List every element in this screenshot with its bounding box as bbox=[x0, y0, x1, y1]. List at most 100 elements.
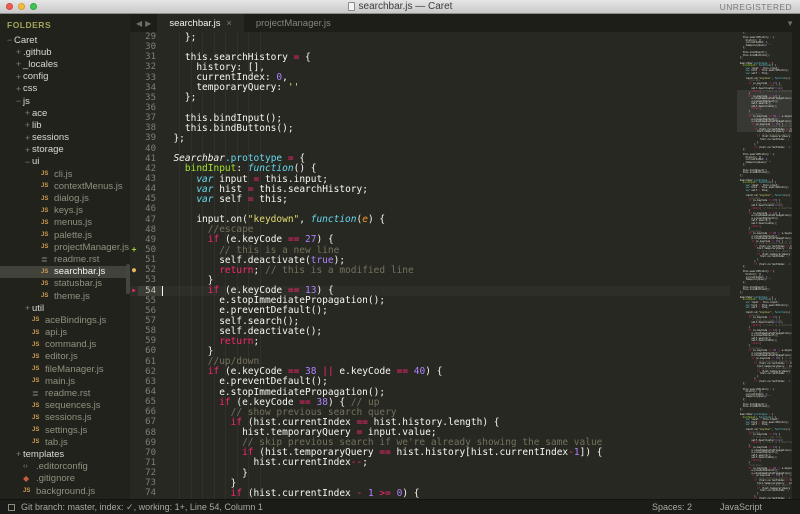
code-line[interactable]: 35 }; bbox=[130, 93, 730, 103]
line-number[interactable]: 39 bbox=[138, 133, 162, 143]
line-number[interactable]: 41 bbox=[138, 154, 162, 164]
sidebar-item-main-js[interactable]: JSmain.js bbox=[0, 375, 130, 387]
sidebar-item--editorconfig[interactable]: ‹›.editorconfig bbox=[0, 461, 130, 473]
line-number[interactable]: 29 bbox=[138, 32, 162, 42]
line-number[interactable]: 59 bbox=[138, 336, 162, 346]
sidebar-item-js[interactable]: −js bbox=[0, 95, 130, 107]
expand-icon[interactable]: + bbox=[23, 108, 32, 118]
line-number[interactable]: 60 bbox=[138, 346, 162, 356]
line-number[interactable]: 43 bbox=[138, 174, 162, 184]
sidebar-item-readme-rst[interactable]: ≣readme.rst bbox=[0, 253, 130, 265]
line-number[interactable]: 55 bbox=[138, 296, 162, 306]
line-number[interactable]: 62 bbox=[138, 367, 162, 377]
sidebar-item-ui[interactable]: −ui bbox=[0, 156, 130, 168]
line-number[interactable]: 64 bbox=[138, 387, 162, 397]
code-line[interactable]: 48 //escape bbox=[130, 225, 730, 235]
code-line[interactable]: 70 if (hist.temporaryQuery == hist.histo… bbox=[130, 448, 730, 458]
line-number[interactable]: 67 bbox=[138, 417, 162, 427]
code-line[interactable]: 66 // show previous search query bbox=[130, 407, 730, 417]
code-line[interactable]: 40 bbox=[130, 144, 730, 154]
code-line[interactable]: 36 bbox=[130, 103, 730, 113]
expand-icon[interactable]: + bbox=[14, 59, 23, 69]
sidebar-item-sessions-js[interactable]: JSsessions.js bbox=[0, 412, 130, 424]
code-line[interactable]: 56 e.preventDefault(); bbox=[130, 306, 730, 316]
code-line[interactable]: 34 temporaryQuery: '' bbox=[130, 83, 730, 93]
tab-close-icon[interactable]: × bbox=[227, 18, 232, 28]
code-line[interactable]: 41 Searchbar.prototype = { bbox=[130, 154, 730, 164]
code-line[interactable]: 60 } bbox=[130, 346, 730, 356]
line-number[interactable]: 51 bbox=[138, 255, 162, 265]
code-line[interactable]: ●52 return; // this is a modified line bbox=[130, 265, 730, 275]
sidebar-item-caret[interactable]: −Caret bbox=[0, 34, 130, 46]
code-line[interactable]: 30 bbox=[130, 42, 730, 52]
line-number[interactable]: 58 bbox=[138, 326, 162, 336]
line-number[interactable]: 56 bbox=[138, 306, 162, 316]
sidebar-item-css[interactable]: +css bbox=[0, 83, 130, 95]
code-editor[interactable]: 29 };3031 this.searchHistory = {32 histo… bbox=[130, 32, 800, 499]
sidebar-item--locales[interactable]: +_locales bbox=[0, 58, 130, 70]
tab-searchbar-js[interactable]: searchbar.js× bbox=[157, 14, 244, 32]
line-number[interactable]: 37 bbox=[138, 113, 162, 123]
sidebar-item-keys-js[interactable]: JSkeys.js bbox=[0, 205, 130, 217]
collapse-icon[interactable]: − bbox=[23, 157, 32, 167]
expand-icon[interactable]: + bbox=[23, 145, 32, 155]
code-line[interactable]: 31 this.searchHistory = { bbox=[130, 52, 730, 62]
line-number[interactable]: 33 bbox=[138, 73, 162, 83]
code-line[interactable]: 59 return; bbox=[130, 336, 730, 346]
sidebar-item-tab-js[interactable]: JStab.js bbox=[0, 436, 130, 448]
line-number[interactable]: 30 bbox=[138, 42, 162, 52]
tab-overflow-icon[interactable]: ▼ bbox=[786, 14, 794, 32]
expand-icon[interactable]: + bbox=[14, 72, 23, 82]
line-number[interactable]: 70 bbox=[138, 448, 162, 458]
line-number[interactable]: 63 bbox=[138, 377, 162, 387]
sidebar-item-lib[interactable]: +lib bbox=[0, 119, 130, 131]
line-number[interactable]: 50 bbox=[138, 245, 162, 255]
code-line[interactable]: +50 // this is a new line bbox=[130, 245, 730, 255]
code-lines[interactable]: 29 };3031 this.searchHistory = {32 histo… bbox=[130, 32, 730, 499]
line-number[interactable]: 65 bbox=[138, 397, 162, 407]
sidebar-item-config[interactable]: +config bbox=[0, 71, 130, 83]
sidebar-item-storage[interactable]: +storage bbox=[0, 144, 130, 156]
code-line[interactable]: 47 input.on("keydown", function(e) { bbox=[130, 215, 730, 225]
line-number[interactable]: 52 bbox=[138, 265, 162, 275]
code-line[interactable]: 53 } bbox=[130, 275, 730, 285]
expand-icon[interactable]: + bbox=[14, 47, 23, 57]
code-line[interactable]: 39 }; bbox=[130, 133, 730, 143]
code-line[interactable]: 68 hist.temporaryQuery = input.value; bbox=[130, 427, 730, 437]
code-line[interactable]: 72 } bbox=[130, 468, 730, 478]
sidebar-item-projectmanager-js[interactable]: JSprojectManager.js bbox=[0, 241, 130, 253]
sidebar-item-api-js[interactable]: JSapi.js bbox=[0, 327, 130, 339]
code-line[interactable]: 57 self.search(); bbox=[130, 316, 730, 326]
sidebar-item-cli-js[interactable]: JScli.js bbox=[0, 168, 130, 180]
line-number[interactable]: 53 bbox=[138, 275, 162, 285]
line-number[interactable]: 48 bbox=[138, 225, 162, 235]
line-number[interactable]: 36 bbox=[138, 103, 162, 113]
line-number[interactable]: 34 bbox=[138, 83, 162, 93]
line-number[interactable]: 44 bbox=[138, 184, 162, 194]
code-line[interactable]: 51 self.deactivate(true); bbox=[130, 255, 730, 265]
line-number[interactable]: 57 bbox=[138, 316, 162, 326]
sidebar-item-palette-js[interactable]: JSpalette.js bbox=[0, 229, 130, 241]
code-line[interactable]: 61 //up/down bbox=[130, 357, 730, 367]
line-number[interactable]: 66 bbox=[138, 407, 162, 417]
line-number[interactable]: 69 bbox=[138, 438, 162, 448]
sidebar-item-acebindings-js[interactable]: JSaceBindings.js bbox=[0, 314, 130, 326]
sidebar-item-editor-js[interactable]: JSeditor.js bbox=[0, 351, 130, 363]
code-line[interactable]: 33 currentIndex: 0, bbox=[130, 73, 730, 83]
code-line[interactable]: 74 if (hist.currentIndex - 1 >= 0) { bbox=[130, 488, 730, 498]
sidebar-item-sessions[interactable]: +sessions bbox=[0, 132, 130, 144]
line-number[interactable]: 54 bbox=[138, 286, 162, 296]
sidebar-item-theme-js[interactable]: JStheme.js bbox=[0, 290, 130, 302]
code-line[interactable]: 64 e.stopImmediatePropagation(); bbox=[130, 387, 730, 397]
editor-scrollbar[interactable] bbox=[792, 32, 800, 499]
code-line[interactable]: 58 self.deactivate(); bbox=[130, 326, 730, 336]
line-number[interactable]: 47 bbox=[138, 215, 162, 225]
sidebar-item-statusbar-js[interactable]: JSstatusbar.js bbox=[0, 278, 130, 290]
code-line[interactable]: 32 history: [], bbox=[130, 62, 730, 72]
code-line[interactable]: 45 var self = this; bbox=[130, 194, 730, 204]
line-number[interactable]: 38 bbox=[138, 123, 162, 133]
tab-projectmanager-js[interactable]: projectManager.js bbox=[244, 14, 343, 32]
code-line[interactable]: 69 // skip previous search if we're alre… bbox=[130, 438, 730, 448]
code-line[interactable]: 29 }; bbox=[130, 32, 730, 42]
indentation-setting[interactable]: Spaces: 2 bbox=[652, 502, 692, 512]
